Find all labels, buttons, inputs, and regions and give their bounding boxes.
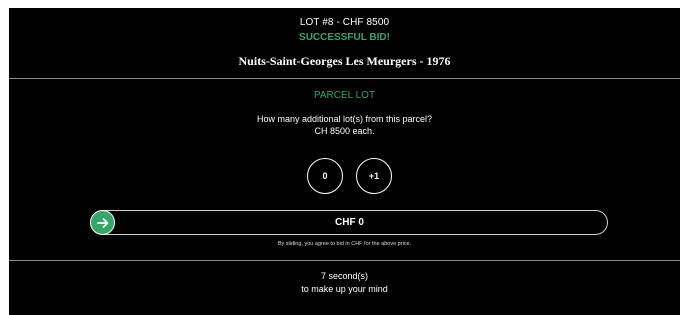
bid-panel: LOT #8 - CHF 8500 SUCCESSFUL BID! Nuits-… — [9, 8, 680, 315]
slider-handle[interactable] — [90, 210, 115, 235]
parcel-price-each: CH 8500 each. — [314, 126, 375, 136]
arrow-right-icon — [96, 217, 108, 228]
bid-slider[interactable]: CHF 0 — [90, 210, 608, 235]
slider-agreement-text: By sliding, you agree to bid in CHF for … — [277, 241, 412, 247]
quantity-zero-button[interactable]: 0 — [307, 158, 343, 194]
countdown-seconds: 7 second(s) — [320, 271, 369, 281]
parcel-lot-heading: PARCEL LOT — [313, 90, 376, 101]
wine-name: Nuits-Saint-Georges Les Meurgers - 1976 — [238, 54, 451, 68]
parcel-question: How many additional lot(s) from this par… — [256, 114, 433, 124]
lot-price-title: LOT #8 - CHF 8500 — [299, 17, 390, 28]
quantity-plus-one-button[interactable]: +1 — [356, 158, 392, 194]
divider — [9, 78, 680, 79]
slider-value-label: CHF 0 — [335, 217, 364, 228]
bid-status-text: SUCCESSFUL BID! — [299, 32, 390, 43]
countdown-subtext: to make up your mind — [301, 284, 388, 294]
divider — [9, 260, 680, 261]
